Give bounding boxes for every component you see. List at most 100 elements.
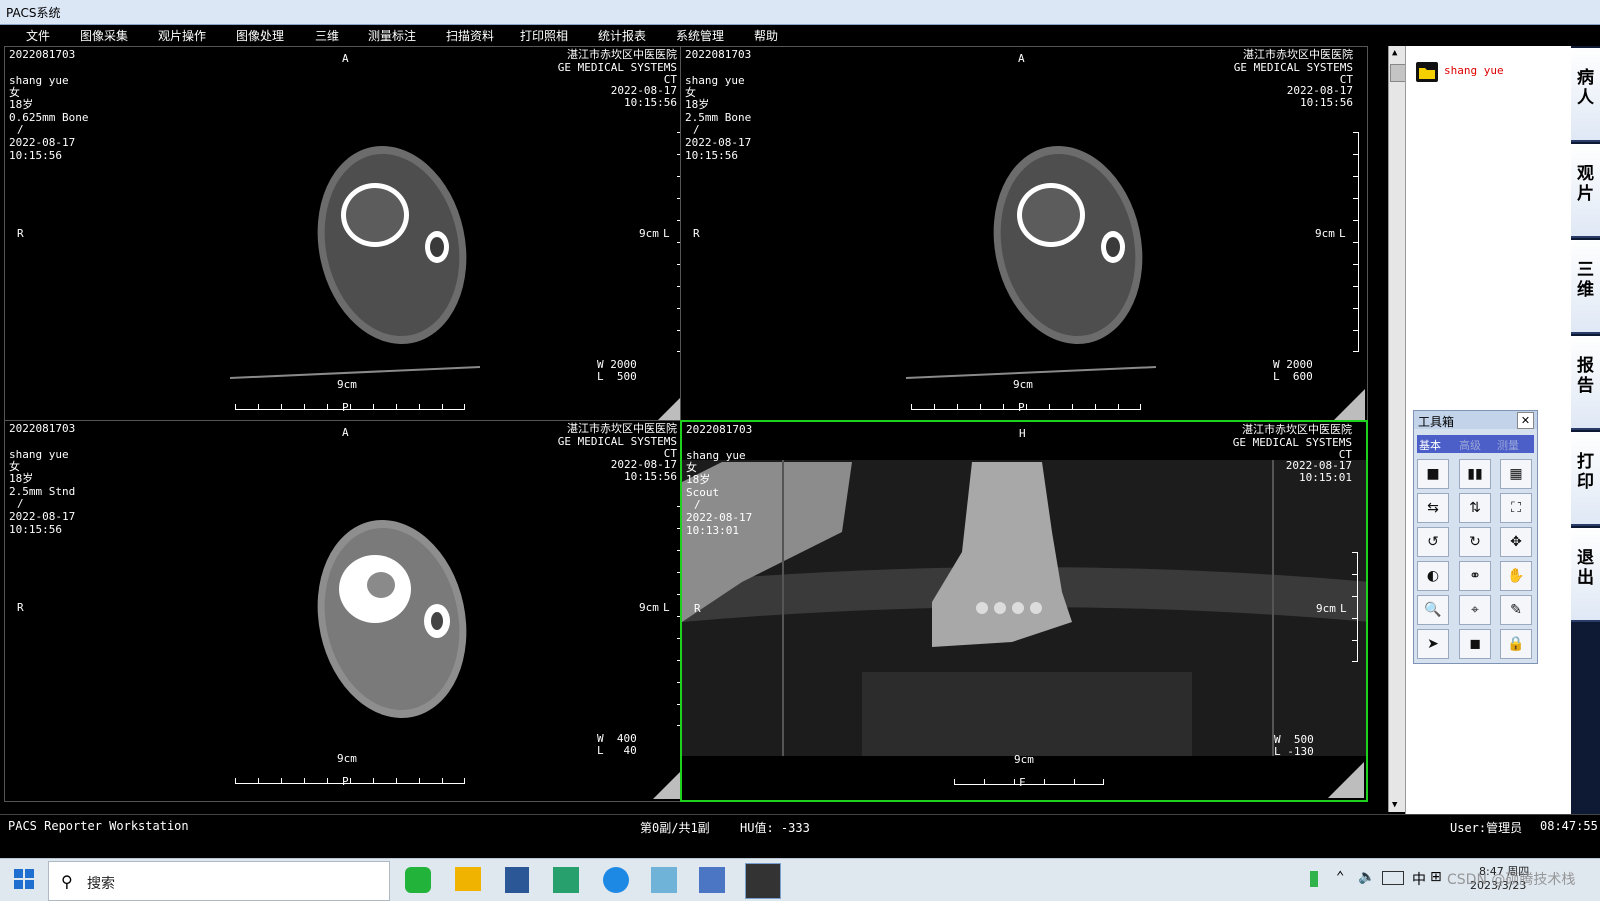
- tab-measure[interactable]: 测量: [1497, 437, 1519, 453]
- menu-image-processing[interactable]: 图像处理: [236, 27, 284, 44]
- acq-time: 10:13:01: [686, 524, 739, 537]
- tab-viewing-label: 观片: [1577, 164, 1594, 204]
- viewport-corner-handle[interactable]: [1328, 762, 1364, 798]
- keyboard-icon[interactable]: [1382, 871, 1404, 885]
- manufacturer: GE MEDICAL SYSTEMS: [1233, 61, 1353, 74]
- viewer-scrollbar[interactable]: ▲ ▼: [1388, 46, 1406, 812]
- scale-horizontal: 9cm: [1013, 378, 1033, 391]
- tab-viewing[interactable]: 观片: [1571, 144, 1600, 238]
- taskbar-search-box[interactable]: ⚲ 搜索: [48, 861, 390, 901]
- menu-file[interactable]: 文件: [26, 27, 50, 44]
- status-clock: 08:47:55: [1540, 819, 1598, 833]
- viewport-top-right[interactable]: 2022081703 shang yue 女 18岁 2.5mm Bone / …: [680, 46, 1368, 428]
- layout-2x2-icon[interactable]: ▦: [1500, 459, 1532, 489]
- word-icon[interactable]: [505, 867, 529, 893]
- scale-vertical: 9cm: [1316, 602, 1336, 615]
- menu-reports[interactable]: 统计报表: [598, 27, 646, 44]
- chevron-up-icon[interactable]: ⌃: [1336, 869, 1344, 885]
- pan-hand-icon[interactable]: ✋: [1500, 561, 1532, 591]
- menu-image-capture[interactable]: 图像采集: [80, 27, 128, 44]
- orient-top: A: [1018, 52, 1025, 65]
- slash-sep: /: [17, 123, 24, 136]
- orient-bottom: P: [1018, 401, 1025, 414]
- search-placeholder: 搜索: [87, 876, 115, 892]
- tab-3d[interactable]: 三维: [1571, 240, 1600, 334]
- wechat-icon[interactable]: [405, 867, 431, 893]
- app-blue-icon[interactable]: [651, 867, 677, 893]
- rotate-right-icon[interactable]: ↻: [1459, 527, 1491, 557]
- app-green-icon[interactable]: [553, 867, 579, 893]
- ime-indicator[interactable]: 中: [1412, 869, 1426, 889]
- scale-horizontal: 9cm: [337, 378, 357, 391]
- tab-3d-label: 三维: [1577, 260, 1594, 300]
- series-desc: Scout: [686, 486, 720, 499]
- lock-icon[interactable]: 🔒: [1500, 629, 1532, 659]
- window-level-icon[interactable]: ◐: [1417, 561, 1449, 591]
- flip-horizontal-icon[interactable]: ⇆: [1417, 493, 1449, 523]
- menu-scan-data[interactable]: 扫描资料: [446, 27, 494, 44]
- patient-age: 18岁: [686, 473, 711, 486]
- scroll-thumb[interactable]: [1390, 64, 1406, 82]
- tab-patient[interactable]: 病人: [1571, 48, 1600, 142]
- reset-icon[interactable]: ◼: [1459, 629, 1491, 659]
- viewport-top-left[interactable]: 2022081703 shang yue 女 18岁 0.625mm Bone …: [4, 46, 692, 428]
- orient-left: R: [17, 227, 24, 240]
- menu-viewing[interactable]: 观片操作: [158, 27, 206, 44]
- tab-report[interactable]: 报告: [1571, 336, 1600, 430]
- annotate-icon[interactable]: ✎: [1500, 595, 1532, 625]
- windows-start-icon[interactable]: [14, 869, 34, 889]
- ct-axial-image: [229, 146, 481, 379]
- hospital-name: 湛江市赤坎区中医医院: [567, 422, 677, 435]
- orient-right: L: [1340, 602, 1347, 615]
- hospital-name: 湛江市赤坎区中医医院: [1243, 48, 1353, 61]
- tab-advanced[interactable]: 高级: [1459, 437, 1481, 453]
- menu-print[interactable]: 打印照相: [520, 27, 568, 44]
- rotate-left-icon[interactable]: ↺: [1417, 527, 1449, 557]
- study-id: 2022081703: [685, 48, 752, 61]
- orient-top: A: [342, 426, 349, 439]
- remote-desktop-icon[interactable]: [699, 867, 725, 893]
- tab-print-label: 打印: [1577, 452, 1594, 492]
- menu-measure[interactable]: 测量标注: [368, 27, 416, 44]
- battery-icon[interactable]: [1310, 871, 1318, 887]
- window-titlebar: PACS系统: [0, 0, 1600, 25]
- watermark: CSDN @硕腾技术栈: [1447, 872, 1576, 888]
- scale-vertical: 9cm: [639, 227, 659, 240]
- toolbox-tabs: 基本 高级 测量: [1417, 435, 1534, 453]
- close-icon[interactable]: ✕: [1517, 412, 1534, 429]
- flip-vertical-icon[interactable]: ⇅: [1459, 493, 1491, 523]
- layout-1x2-icon[interactable]: ▮▮: [1459, 459, 1491, 489]
- acq-time: 10:15:56: [9, 523, 62, 536]
- acq-date: 2022-08-17: [9, 136, 76, 149]
- layout-1x1-icon[interactable]: ■: [1417, 459, 1449, 489]
- ime-mode-icon[interactable]: ⊞: [1430, 869, 1442, 885]
- scroll-down-icon[interactable]: ▼: [1392, 800, 1397, 810]
- patient-age: 18岁: [9, 98, 34, 111]
- patient-list-item[interactable]: shang yue: [1444, 64, 1504, 77]
- patient-age: 18岁: [9, 472, 34, 485]
- pointer-icon[interactable]: ➤: [1417, 629, 1449, 659]
- move-icon[interactable]: ✥: [1500, 527, 1532, 557]
- tab-print[interactable]: 打印: [1571, 432, 1600, 526]
- internet-explorer-icon[interactable]: [603, 867, 629, 893]
- magnify-region-icon[interactable]: ⌖: [1459, 595, 1491, 625]
- menu-help[interactable]: 帮助: [754, 27, 778, 44]
- vertical-ruler: [1352, 132, 1359, 352]
- menu-3d[interactable]: 三维: [315, 27, 339, 44]
- toolbox-titlebar[interactable]: 工具箱 ✕: [1414, 411, 1537, 429]
- link-icon[interactable]: ⚭: [1459, 561, 1491, 591]
- study-time: 10:15:56: [624, 96, 677, 109]
- scroll-up-icon[interactable]: ▲: [1392, 48, 1397, 58]
- fit-window-icon[interactable]: ⛶: [1500, 493, 1532, 523]
- tab-basic[interactable]: 基本: [1419, 437, 1441, 453]
- tab-exit[interactable]: 退出: [1571, 528, 1600, 622]
- manufacturer: GE MEDICAL SYSTEMS: [1232, 436, 1352, 449]
- viewport-bottom-right[interactable]: 2022081703 shang yue 女 18岁 Scout / 2022-…: [680, 420, 1368, 802]
- viewport-bottom-left[interactable]: 2022081703 shang yue 女 18岁 2.5mm Stnd / …: [4, 420, 692, 802]
- acq-date: 2022-08-17: [685, 136, 752, 149]
- speaker-icon[interactable]: 🔈: [1358, 869, 1375, 885]
- pacs-app-icon[interactable]: [745, 863, 781, 899]
- menu-system[interactable]: 系统管理: [676, 27, 724, 44]
- file-explorer-icon[interactable]: [455, 867, 481, 891]
- zoom-icon[interactable]: 🔍: [1417, 595, 1449, 625]
